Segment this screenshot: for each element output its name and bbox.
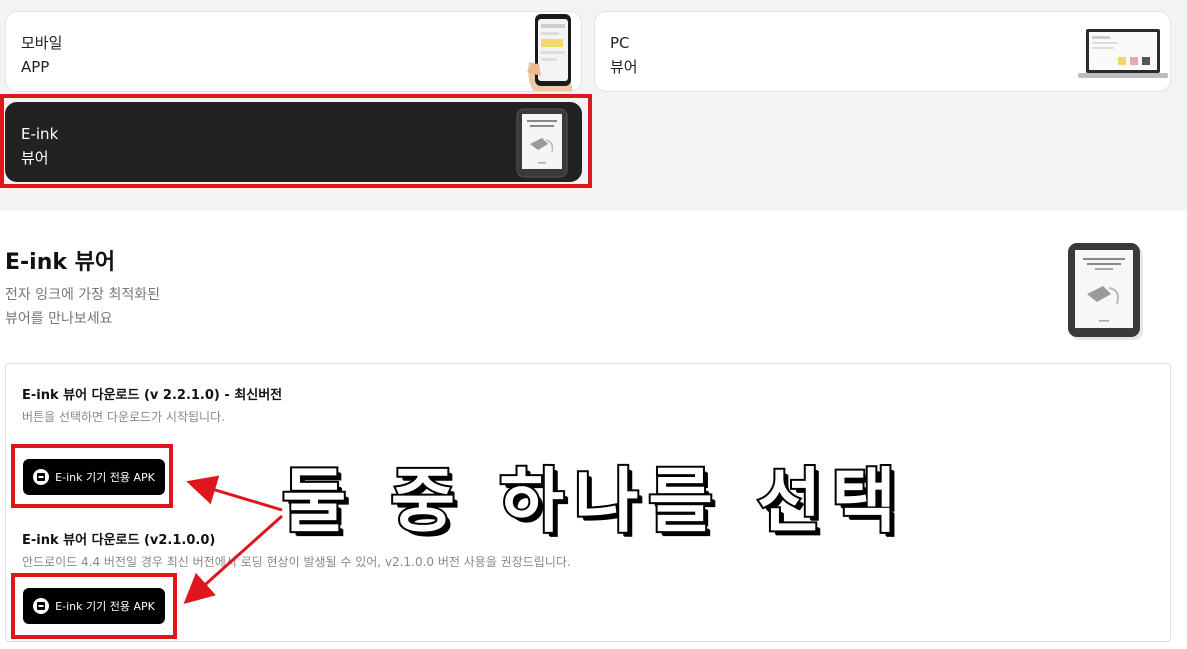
tab-mobile-app[interactable]: 모바일 APP <box>5 11 582 92</box>
tab-eink-viewer-label: E-ink 뷰어 <box>21 122 58 170</box>
apk-button-label: E-ink 기기 전용 APK <box>55 600 155 613</box>
apk-file-icon <box>33 598 50 614</box>
annotation-overlay-text: 둘 중 하나를 선택 <box>280 458 906 544</box>
tab-label-line1: 모바일 <box>21 34 63 52</box>
download-desc-legacy: 안드로이드 4.4 버전일 경우 최신 버전에서 로딩 현상이 발생될 수 있어… <box>22 555 571 569</box>
eink-apk-download-button-latest[interactable]: E-ink 기기 전용 APK <box>23 459 165 495</box>
apk-file-icon <box>33 469 50 485</box>
download-desc-latest: 버튼을 선택하면 다운로드가 시작됩니다. <box>22 410 225 424</box>
laptop-icon <box>1078 29 1168 78</box>
ereader-device-icon <box>1068 243 1143 340</box>
tab-label-line2: APP <box>21 58 50 76</box>
tab-eink-viewer[interactable]: E-ink 뷰어 <box>5 102 582 182</box>
section-title: E-ink 뷰어 <box>5 250 116 275</box>
section-description: 전자 잉크에 가장 최적화된 뷰어를 만나보세요 <box>5 283 160 331</box>
section-desc-line1: 전자 잉크에 가장 최적화된 <box>5 287 161 303</box>
tab-pc-viewer[interactable]: PC 뷰어 <box>594 11 1171 92</box>
tab-label-line1: PC <box>610 34 630 52</box>
tab-label-line1: E-ink <box>21 125 59 143</box>
tab-mobile-app-label: 모바일 APP <box>21 31 62 79</box>
tab-label-line2: 뷰어 <box>610 58 638 76</box>
eink-apk-download-button-legacy[interactable]: E-ink 기기 전용 APK <box>23 588 165 624</box>
tab-label-line2: 뷰어 <box>21 149 49 167</box>
download-title-latest: E-ink 뷰어 다운로드 (v 2.2.1.0) - 최신버전 <box>22 388 283 403</box>
smartphone-in-hand-icon <box>527 14 573 91</box>
section-desc-line2: 뷰어를 만나보세요 <box>5 311 113 327</box>
ereader-icon <box>516 108 568 178</box>
tab-pc-viewer-label: PC 뷰어 <box>610 31 638 79</box>
download-title-legacy: E-ink 뷰어 다운로드 (v2.1.0.0) <box>22 533 216 548</box>
apk-button-label: E-ink 기기 전용 APK <box>55 471 155 484</box>
